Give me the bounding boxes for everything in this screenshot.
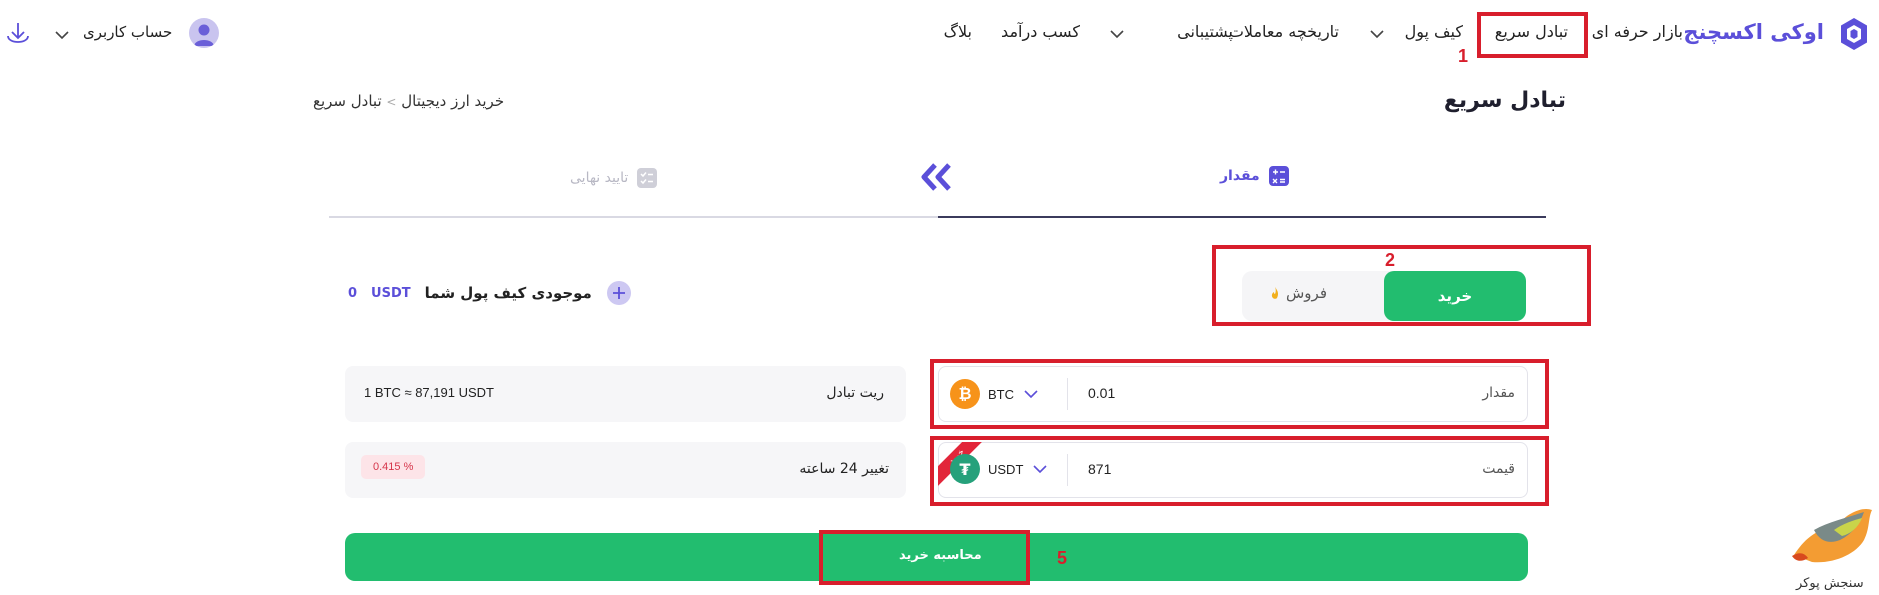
- price-label: قیمت: [1482, 461, 1515, 477]
- calculator-icon: [1268, 166, 1289, 186]
- amount-label: مقدار: [1482, 385, 1515, 401]
- daily-change-label: تغییر 24 ساعته: [799, 461, 889, 477]
- exchange-rate-label: ریت تبادل: [826, 385, 884, 401]
- step-amount: مقدار: [1220, 165, 1290, 187]
- account-menu-label[interactable]: حساب کاربری: [83, 23, 172, 41]
- user-icon: [194, 24, 214, 46]
- brand-name: اوکی اکسچنج: [1683, 20, 1824, 44]
- checklist-icon: [637, 168, 658, 188]
- nav-trade-history[interactable]: تاریخچه معاملات: [1229, 22, 1339, 41]
- exchange-rate-value: 1 BTC ≈ 87,191 USDT: [364, 385, 494, 400]
- double-chevron-left-icon: [921, 163, 951, 191]
- add-funds-icon[interactable]: [606, 280, 632, 306]
- usdt-icon: ₮: [950, 454, 980, 484]
- annotation-number-1: 1: [1458, 46, 1469, 66]
- breadcrumb-separator: >: [386, 95, 397, 109]
- price-currency-label: USDT: [988, 461, 1024, 477]
- chevron-down-icon: [1110, 30, 1124, 39]
- annotation-box-1: [1477, 12, 1588, 58]
- amount-currency-select[interactable]: ₿ BTC: [950, 379, 1040, 409]
- nav-earn[interactable]: کسب درآمد: [1001, 22, 1080, 41]
- annotation-number-5: 5: [1057, 548, 1068, 568]
- fire-icon: [1271, 287, 1279, 299]
- nav-blog[interactable]: بلاگ: [944, 22, 972, 41]
- account-avatar[interactable]: [189, 18, 219, 48]
- page-title: تبادل سریع: [1443, 88, 1566, 113]
- chevron-down-icon: [55, 31, 69, 40]
- btc-icon: ₿: [950, 379, 980, 409]
- sell-tab[interactable]: فروش: [1270, 284, 1327, 302]
- annotation-number-2: 2: [1385, 250, 1396, 270]
- watermark-logo-icon: [1792, 508, 1872, 563]
- nav-wallet[interactable]: کیف پول: [1405, 22, 1463, 41]
- price-field-divider: [1067, 454, 1068, 486]
- chevron-down-icon: [1370, 30, 1384, 39]
- logo-icon: [1841, 18, 1867, 50]
- amount-currency-label: BTC: [988, 386, 1014, 402]
- nav-support[interactable]: پشتیبانی: [1177, 22, 1233, 41]
- watermark-text: سنجش پوکر: [1796, 576, 1864, 591]
- annotation-box-5: [819, 530, 1030, 585]
- step-amount-label: مقدار: [1220, 168, 1260, 184]
- price-input[interactable]: [1088, 456, 1228, 482]
- amount-input[interactable]: [1088, 380, 1228, 406]
- price-currency-select[interactable]: ₮ USDT: [950, 454, 1049, 484]
- wallet-balance-currency: USDT: [371, 285, 411, 301]
- step-final-confirm: تایید نهایی: [570, 167, 658, 189]
- step-progress-track: [329, 216, 938, 218]
- amount-field-divider: [1067, 378, 1068, 410]
- chevron-down-icon: [1033, 465, 1047, 474]
- breadcrumb: خرید ارز دیجیتال > تبادل سریع: [313, 92, 504, 110]
- wallet-balance: 0 USDT موجودی کیف پول شما: [348, 280, 632, 306]
- buy-tab-label: خرید: [1437, 287, 1473, 305]
- step-progress-active: [938, 216, 1546, 218]
- wallet-balance-value: 0: [348, 285, 358, 301]
- step-final-confirm-label: تایید نهایی: [570, 170, 629, 186]
- buy-tab[interactable]: خرید: [1384, 271, 1526, 321]
- daily-change-badge: 0.415 %: [361, 455, 426, 479]
- sell-tab-label: فروش: [1286, 284, 1328, 302]
- wallet-balance-label: موجودی کیف پول شما: [424, 284, 592, 302]
- chevron-down-icon: [1024, 390, 1038, 399]
- breadcrumb-parent[interactable]: خرید ارز دیجیتال: [401, 92, 504, 110]
- breadcrumb-current: تبادل سریع: [313, 92, 382, 110]
- nav-pro-market[interactable]: بازار حرفه ای: [1592, 22, 1683, 41]
- download-icon[interactable]: [4, 20, 32, 48]
